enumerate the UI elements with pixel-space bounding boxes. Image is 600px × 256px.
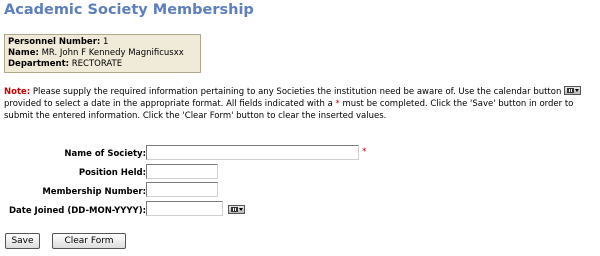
- personnel-info-box: Personnel Number: 1 Name: MR. John F Ken…: [4, 34, 201, 73]
- personnel-department-label: Department:: [8, 59, 70, 69]
- clear-form-button[interactable]: Clear Form: [52, 233, 126, 249]
- personnel-number-label: Personnel Number:: [8, 37, 101, 47]
- instruction-note: Note: Please supply the required informa…: [4, 86, 596, 122]
- society-name-label: Name of Society:: [64, 149, 146, 159]
- calendar-picker-button[interactable]: [228, 205, 245, 214]
- membership-number-label: Membership Number:: [42, 187, 146, 197]
- position-held-label: Position Held:: [78, 168, 146, 178]
- save-button[interactable]: Save: [5, 233, 40, 249]
- page-title: Academic Society Membership: [4, 2, 254, 18]
- society-required-mark: *: [362, 147, 367, 157]
- position-held-input[interactable]: [146, 164, 218, 179]
- note-text-part2: provided to select a date in the appropr…: [4, 99, 336, 109]
- personnel-department-line: Department: RECTORATE: [8, 59, 197, 70]
- society-name-input[interactable]: [146, 145, 359, 160]
- personnel-number-line: Personnel Number: 1: [8, 37, 197, 48]
- date-joined-input[interactable]: [146, 201, 223, 216]
- personnel-name-line: Name: MR. John F Kennedy Magnificusxx: [8, 48, 197, 59]
- note-text-part1: Please supply the required information p…: [30, 87, 565, 97]
- personnel-number-value: 1: [103, 37, 109, 47]
- membership-number-input[interactable]: [146, 182, 218, 197]
- personnel-name-label: Name:: [8, 48, 39, 58]
- date-joined-label: Date Joined (DD-MON-YYYY):: [8, 206, 146, 216]
- calendar-icon: [564, 86, 582, 95]
- note-label: Note:: [4, 87, 31, 97]
- personnel-department-value: RECTORATE: [71, 59, 123, 69]
- personnel-name-value: MR. John F Kennedy Magnificusxx: [41, 48, 184, 58]
